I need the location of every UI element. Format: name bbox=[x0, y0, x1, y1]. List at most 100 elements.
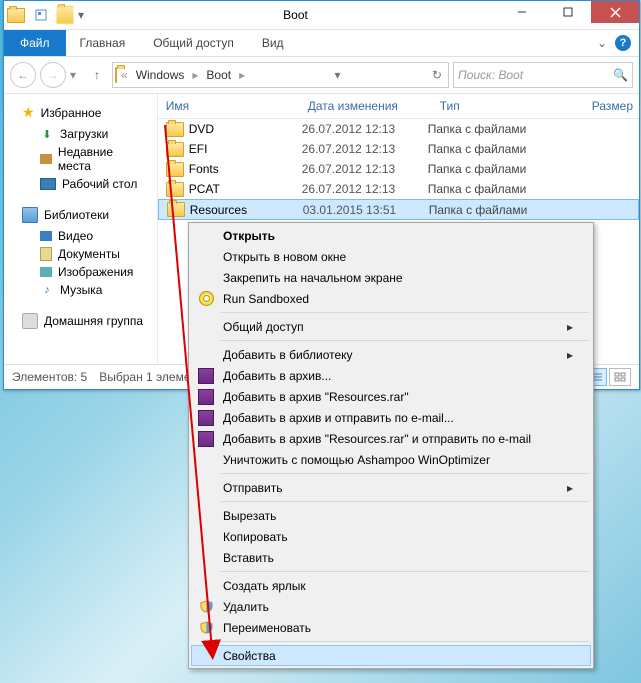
menu-item[interactable]: Создать ярлык bbox=[191, 575, 591, 596]
menu-separator bbox=[221, 340, 589, 341]
menu-item-label: Добавить в архив "Resources.rar" bbox=[223, 390, 409, 404]
video-icon bbox=[40, 231, 52, 241]
menu-item-label: Переименовать bbox=[223, 621, 311, 635]
nav-item[interactable]: Видео bbox=[4, 227, 157, 245]
nav-item[interactable]: Изображения bbox=[4, 263, 157, 281]
menu-item[interactable]: Добавить в библиотеку▸ bbox=[191, 344, 591, 365]
file-name: Resources bbox=[190, 203, 247, 217]
recent-icon bbox=[40, 154, 52, 164]
chevron-right-icon[interactable]: ▸ bbox=[190, 68, 200, 82]
menu-item-label: Свойства bbox=[223, 649, 276, 663]
search-input[interactable]: Поиск: Boot 🔍 bbox=[453, 62, 633, 88]
menu-item-label: Добавить в архив "Resources.rar" и отпра… bbox=[223, 432, 531, 446]
qat-properties-icon[interactable] bbox=[30, 4, 52, 26]
menu-item-label: Добавить в архив... bbox=[223, 369, 331, 383]
menu-item-label: Копировать bbox=[223, 530, 288, 544]
table-row[interactable]: Fonts26.07.2012 12:13Папка с файлами bbox=[158, 159, 639, 179]
menu-item-label: Уничтожить с помощью Ashampoo WinOptimiz… bbox=[223, 453, 490, 467]
breadcrumb[interactable]: Boot bbox=[202, 68, 235, 82]
menu-item[interactable]: Открыть bbox=[191, 225, 591, 246]
menu-item[interactable]: Вставить bbox=[191, 547, 591, 568]
menu-item[interactable]: Добавить в архив... bbox=[191, 365, 591, 386]
menu-item[interactable]: Закрепить на начальном экране bbox=[191, 267, 591, 288]
nav-item[interactable]: ⬇Загрузки bbox=[4, 125, 157, 143]
menu-item[interactable]: Run Sandboxed bbox=[191, 288, 591, 309]
menu-item[interactable]: Общий доступ▸ bbox=[191, 316, 591, 337]
downloads-icon: ⬇ bbox=[40, 127, 54, 141]
help-icon[interactable]: ? bbox=[615, 35, 631, 51]
view-large-icon[interactable] bbox=[609, 368, 631, 386]
documents-icon bbox=[40, 247, 52, 261]
ribbon-tab[interactable]: Главная bbox=[66, 30, 140, 56]
archive-icon bbox=[196, 389, 216, 405]
archive-icon bbox=[196, 368, 216, 384]
file-date: 03.01.2015 13:51 bbox=[297, 203, 423, 217]
folder-icon bbox=[115, 68, 117, 82]
table-row[interactable]: Resources03.01.2015 13:51Папка с файлами bbox=[158, 199, 639, 220]
rows-container: DVD26.07.2012 12:13Папка с файламиEFI26.… bbox=[158, 119, 639, 220]
menu-item[interactable]: Удалить bbox=[191, 596, 591, 617]
up-button[interactable]: ↑ bbox=[86, 64, 108, 86]
back-button[interactable]: ← bbox=[10, 62, 36, 88]
nav-item[interactable]: Недавние места bbox=[4, 143, 157, 175]
nav-item[interactable]: Рабочий стол bbox=[4, 175, 157, 193]
col-date[interactable]: Дата изменения bbox=[302, 99, 434, 113]
chevron-right-icon[interactable]: ▸ bbox=[237, 68, 247, 82]
file-name: PCAT bbox=[189, 182, 220, 196]
col-type[interactable]: Тип bbox=[434, 99, 586, 113]
archive-icon bbox=[196, 431, 216, 447]
address-bar[interactable]: « Windows ▸ Boot ▸ ▾ ↻ bbox=[112, 62, 449, 88]
breadcrumb-sep: « bbox=[119, 68, 130, 82]
window-buttons bbox=[499, 1, 639, 23]
file-name: DVD bbox=[189, 122, 214, 136]
nav-pane: ★Избранное ⬇Загрузки Недавние места Рабо… bbox=[4, 94, 158, 384]
table-row[interactable]: PCAT26.07.2012 12:13Папка с файлами bbox=[158, 179, 639, 199]
menu-item[interactable]: Открыть в новом окне bbox=[191, 246, 591, 267]
libraries-icon bbox=[22, 207, 38, 223]
breadcrumb[interactable]: Windows bbox=[132, 68, 189, 82]
ribbon-expand-icon[interactable]: ⌄ bbox=[597, 36, 607, 50]
nav-libraries[interactable]: Библиотеки bbox=[4, 203, 157, 227]
address-dropdown-icon[interactable]: ▾ bbox=[331, 68, 345, 82]
archive-icon bbox=[196, 410, 216, 426]
close-button[interactable] bbox=[591, 1, 639, 23]
qat-newfolder-icon[interactable] bbox=[54, 4, 76, 26]
menu-item[interactable]: Уничтожить с помощью Ashampoo WinOptimiz… bbox=[191, 449, 591, 470]
column-headers: Имя Дата изменения Тип Размер bbox=[158, 94, 639, 119]
file-type: Папка с файлами bbox=[422, 142, 568, 156]
menu-item-label: Отправить bbox=[223, 481, 283, 495]
pictures-icon bbox=[40, 267, 52, 277]
nav-item[interactable]: ♪Музыка bbox=[4, 281, 157, 299]
menu-item-label: Run Sandboxed bbox=[223, 292, 309, 306]
history-dropdown-icon[interactable]: ▾ bbox=[70, 68, 82, 82]
minimize-button[interactable] bbox=[499, 1, 545, 23]
ribbon-tab[interactable]: Вид bbox=[248, 30, 298, 56]
menu-item[interactable]: Свойства bbox=[191, 645, 591, 666]
menu-item-label: Общий доступ bbox=[223, 320, 304, 334]
folder-icon bbox=[166, 122, 184, 137]
table-row[interactable]: EFI26.07.2012 12:13Папка с файлами bbox=[158, 139, 639, 159]
nav-homegroup[interactable]: Домашняя группа bbox=[4, 309, 157, 333]
nav-favorites[interactable]: ★Избранное bbox=[4, 100, 157, 125]
col-name[interactable]: Имя bbox=[158, 99, 302, 113]
forward-button[interactable]: → bbox=[40, 62, 66, 88]
nav-item[interactable]: Документы bbox=[4, 245, 157, 263]
menu-item[interactable]: Отправить▸ bbox=[191, 477, 591, 498]
table-row[interactable]: DVD26.07.2012 12:13Папка с файлами bbox=[158, 119, 639, 139]
context-menu: ОткрытьОткрыть в новом окне Закрепить на … bbox=[188, 222, 594, 669]
maximize-button[interactable] bbox=[545, 1, 591, 23]
ribbon: Файл Главная Общий доступ Вид ⌄ ? bbox=[4, 30, 639, 57]
qat-dropdown-icon[interactable]: ▾ bbox=[78, 8, 92, 22]
ribbon-tab[interactable]: Общий доступ bbox=[139, 30, 248, 56]
col-size[interactable]: Размер bbox=[586, 99, 639, 113]
menu-item[interactable]: Переименовать bbox=[191, 617, 591, 638]
file-tab[interactable]: Файл bbox=[4, 30, 66, 56]
menu-item-label: Закрепить на начальном экране bbox=[223, 271, 403, 285]
menu-item[interactable]: Вырезать bbox=[191, 505, 591, 526]
menu-item[interactable]: Добавить в архив "Resources.rar" и отпра… bbox=[191, 428, 591, 449]
titlebar: ▾ Boot bbox=[4, 1, 639, 30]
menu-item[interactable]: Добавить в архив и отправить по e-mail..… bbox=[191, 407, 591, 428]
menu-item[interactable]: Копировать bbox=[191, 526, 591, 547]
menu-item[interactable]: Добавить в архив "Resources.rar" bbox=[191, 386, 591, 407]
refresh-icon[interactable]: ↻ bbox=[428, 68, 446, 82]
